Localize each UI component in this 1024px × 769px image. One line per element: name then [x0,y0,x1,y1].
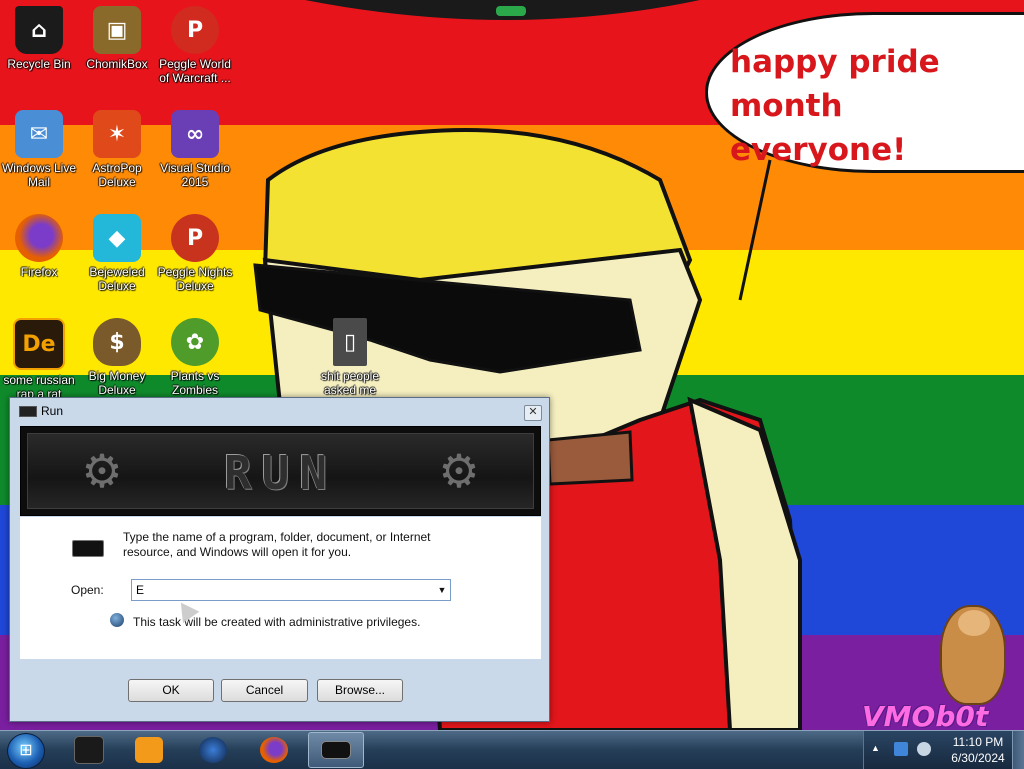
volume-icon[interactable] [917,742,931,756]
desktop-icon-label: AstroPop Deluxe [92,161,142,189]
run-description: Type the name of a program, folder, docu… [123,530,431,559]
taskbar-item-run[interactable] [308,732,364,768]
open-label: Open: [71,583,104,597]
run-program-icon [72,540,104,557]
admin-shield-icon [110,613,124,627]
desktop-icon-big-money[interactable]: $ Big Money Deluxe [78,318,156,397]
peggle-wow-icon: P [171,6,219,54]
visual-studio-icon: ∞ [171,110,219,158]
run-title: Run [41,404,64,418]
desktop-icon-visual-studio[interactable]: ∞ Visual Studio 2015 [156,110,234,189]
desktop-icon-plants-vs-zombies[interactable]: ✿ Plants vs Zombies [156,318,234,397]
run-titlebar[interactable]: Run ✕ [10,398,549,424]
admin-privileges-note: This task will be created with administr… [133,615,421,629]
run-banner-inner: ⚙ RUN ⚙ [27,433,534,509]
run-dialog-body: Type the name of a program, folder, docu… [20,517,541,659]
ok-button[interactable]: OK [128,679,214,702]
clock-date[interactable]: 6/30/2024 [942,751,1014,765]
run-dialog: Run ✕ ⚙ RUN ⚙ Type the name of a program… [9,397,550,722]
peggle-nights-icon: P [171,214,219,262]
desktop-icon-peggle-wow[interactable]: P Peggle World of Warcraft ... [156,6,234,85]
desktop-icon-label: Recycle Bin [7,57,71,71]
desktop-icon-bejeweled[interactable]: ◆ Bejeweled Deluxe [78,214,156,293]
desktop-icon-chomikbox[interactable]: ▣ ChomikBox [78,6,156,71]
black-box-icon [74,736,104,764]
recycle-bin-icon: ⌂ [15,6,63,54]
speech-bubble-line-2: everyone! [730,132,907,168]
firefox-icon [260,737,288,763]
taskbar-item-firefox[interactable] [246,732,302,768]
desktop-icon-astropop[interactable]: ✶ AstroPop Deluxe [78,110,156,189]
desktop-icon-label: Bejeweled Deluxe [89,265,145,293]
desktop-icon-label: shit people asked me [320,369,380,397]
desktop-icon-label: Visual Studio 2015 [160,161,230,189]
desktop-icon-label: Peggle Nights Deluxe [157,265,233,293]
money-bag-icon: $ [93,318,141,366]
desktop-icon-recycle-bin[interactable]: ⌂ Recycle Bin [0,6,78,71]
browse-button[interactable]: Browse... [317,679,403,702]
run-banner: ⚙ RUN ⚙ [20,426,541,516]
media-player-icon [135,737,163,763]
desktop-icon-label: Big Money Deluxe [88,369,146,397]
close-button[interactable]: ✕ [524,405,542,421]
taskbar-item-globe[interactable] [185,732,241,768]
taskbar-item-black-box[interactable] [61,732,117,768]
folder-icon: ▯ [333,318,367,366]
network-icon[interactable] [894,742,908,756]
tray-overflow-icon[interactable]: ▲ [871,743,880,753]
start-button[interactable]: ⊞ [7,733,45,769]
desktop-icon-some-russian-rap[interactable]: De some russian rap a rat [0,318,78,401]
desktop-icon-peggle-nights[interactable]: P Peggle Nights Deluxe [156,214,234,293]
run-icon [321,741,351,759]
bejeweled-icon: ◆ [93,214,141,262]
windows-live-mail-icon: ✉ [15,110,63,158]
desktop-icon-label: ChomikBox [86,57,148,71]
watermark-text: VMOb0t [862,700,989,730]
speech-bubble-text: happy pride month everyone! [730,40,1020,172]
taskbar: ⊞ ▲ 11:10 PM 6/30/2024 [0,730,1024,769]
show-desktop-button[interactable] [1012,731,1024,769]
desktop-icon-label: Firefox [20,265,58,279]
desktop-icon-windows-live-mail[interactable]: ✉ Windows Live Mail [0,110,78,189]
clock-time[interactable]: 11:10 PM [948,735,1008,749]
de-icon: De [13,318,65,370]
taskbar-item-media-player[interactable] [121,732,177,768]
desktop-icon-label: Peggle World of Warcraft ... [159,57,231,85]
desktop-icon-label: Plants vs Zombies [170,369,220,397]
firefox-icon [15,214,63,262]
chevron-down-icon[interactable]: ▼ [434,580,450,600]
desktop-icon-firefox[interactable]: Firefox [0,214,78,279]
system-tray: ▲ 11:10 PM 6/30/2024 [863,731,1024,769]
gear-icon: ⚙ [438,445,480,497]
speech-bubble-line-1: happy pride month [730,44,940,124]
open-combobox-input[interactable] [131,579,451,601]
run-icon [19,406,37,417]
desktop-icon-folder[interactable]: ▯ shit people asked me [311,318,389,397]
chomikbox-icon: ▣ [93,6,141,54]
globe-icon [199,737,227,763]
astropop-icon: ✶ [93,110,141,158]
hamster-face [958,610,990,636]
desktop-icon-label: Windows Live Mail [1,161,77,189]
cancel-button[interactable]: Cancel [221,679,308,702]
plants-vs-zombies-icon: ✿ [171,318,219,366]
